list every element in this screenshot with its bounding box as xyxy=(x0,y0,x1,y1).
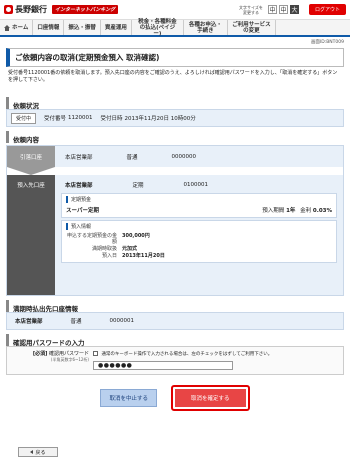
status-badge: 受付中 xyxy=(11,112,37,124)
font-size-small-button[interactable]: 中 xyxy=(267,5,277,14)
deposit-info-box: 預入情報 申込する定期預金の金額 300,000円 満期時取扱 元加式 預入日 … xyxy=(61,220,337,263)
receipt-date: 2013年11月20日 10時00分 xyxy=(124,116,196,122)
maturity-branch: 本店営業部 xyxy=(15,319,43,325)
bank-logo[interactable]: 長野銀行 インターネットバンキング xyxy=(4,4,119,15)
deposit-product-box: 定期預金 スーパー定期 預入期間 1年 金利 0.03% xyxy=(61,193,337,218)
status-section-title: 依頼状況 xyxy=(6,97,344,110)
confirm-highlight: 取消を確定する xyxy=(171,385,250,411)
receipt-number: 1120001 xyxy=(68,115,93,121)
withdraw-branch: 本店営業部 xyxy=(65,154,93,161)
deposit-date-value: 2013年11月20日 xyxy=(122,253,165,259)
font-size-label: 文字サイズを変更する xyxy=(239,4,263,15)
cancel-stop-button[interactable]: 取消を中止する xyxy=(100,389,157,407)
nav-item-home[interactable]: ホーム xyxy=(0,20,34,35)
nav-item-service-change[interactable]: ご利用サービスの変更 xyxy=(228,20,276,35)
deposit-type: 定期 xyxy=(132,183,144,189)
header: 長野銀行 インターネットバンキング 文字サイズを変更する 中 中 大 ログアウト xyxy=(0,0,350,20)
maturity-handling-value: 元加式 xyxy=(122,246,138,252)
maturity-type: 普通 xyxy=(70,319,82,325)
nav-item-transfer[interactable]: 振込・振替 xyxy=(64,20,101,35)
bank-logo-icon xyxy=(4,5,13,14)
maturity-account-number: 0000001 xyxy=(109,318,135,324)
status-box: 受付中 受付番号 1120001 受付日時 2013年11月20日 10時00分 xyxy=(6,109,344,127)
deposit-account-row: 預入先口座 本店営業部 定期 0100001 定期預金 スーパー定期 預入期間 … xyxy=(7,175,343,295)
withdraw-account-label: 引落口座 xyxy=(7,146,55,167)
deposit-product-head: 定期預金 xyxy=(66,196,332,203)
deposit-account-label: 預入先口座 xyxy=(7,175,55,295)
password-note: 通常のキーボード操作で入力される場合は、左のチェックをはずしてご利用下さい。 xyxy=(101,352,273,357)
maturity-handling-label: 満期時取扱 xyxy=(91,246,117,252)
back-label: 戻る xyxy=(35,449,46,456)
receipt-date-label: 受付日時 xyxy=(100,116,123,122)
page-description: 受付番号1120001番の依頼を取消します。預入先口座の内容をご確認のうえ、よろ… xyxy=(8,70,338,83)
amount-value: 300,000円 xyxy=(122,233,150,239)
back-arrow-icon xyxy=(30,450,34,454)
service-badge: インターネットバンキング xyxy=(52,5,119,14)
deposit-branch: 本店営業部 xyxy=(65,183,93,189)
term-label: 預入期間 xyxy=(262,208,285,214)
logout-button[interactable]: ログアウト xyxy=(308,4,346,15)
nav-item-account-info[interactable]: 口座情報 xyxy=(33,20,65,35)
nav-item-payeasy[interactable]: 税金・各種料金の払込(ペイジー) xyxy=(132,19,184,37)
page-title: ご依頼内容の取消(定期預金預入 取消確認) xyxy=(6,48,344,67)
nav-item-applications[interactable]: 各種お申込・手続き xyxy=(184,20,228,35)
content-section-title: 依頼内容 xyxy=(6,131,344,144)
required-mark: [必須] xyxy=(32,351,48,357)
action-buttons: 取消を中止する 取消を確定する xyxy=(6,385,344,411)
rate-label: 金利 xyxy=(300,208,312,214)
rate-value: 0.03% xyxy=(312,208,332,214)
password-box: [必須] 確認用パスワード (半角英数字6~12桁) 通常のキーボード操作で入力… xyxy=(6,346,344,375)
amount-label: 申込する定期預金の金額 xyxy=(66,233,117,245)
home-icon xyxy=(4,24,10,31)
withdraw-account-number: 0000000 xyxy=(171,153,197,160)
deposit-info-head: 預入情報 xyxy=(66,223,332,230)
term-value: 1年 xyxy=(286,208,296,214)
nav-item-asset[interactable]: 資産運用 xyxy=(101,20,132,35)
software-keyboard-checkbox[interactable] xyxy=(93,351,98,356)
nav-item-label: ホーム xyxy=(12,24,29,31)
receipt-label: 受付番号 xyxy=(44,116,67,122)
password-sub-label: (半角英数字6~12桁) xyxy=(50,357,89,362)
arrow-down-icon xyxy=(7,167,55,175)
deposit-product-name: スーパー定期 xyxy=(66,208,99,214)
main-nav: ホーム 口座情報 振込・振替 資産運用 税金・各種料金の払込(ペイジー) 各種お… xyxy=(0,19,350,37)
deposit-account-number: 0100001 xyxy=(183,182,209,188)
password-section-title: 確認用パスワードの入力 xyxy=(6,334,344,347)
request-detail: 引落口座 本店営業部 普通 0000000 預入先口座 本店営業部 定期 010… xyxy=(6,145,344,296)
withdraw-account-row: 引落口座 本店営業部 普通 0000000 xyxy=(7,146,343,167)
font-size-medium-button[interactable]: 中 xyxy=(278,5,288,14)
password-input[interactable]: ●●●●●● xyxy=(93,361,233,370)
screen-id: 画面ID:BNT009 xyxy=(310,40,344,45)
back-button[interactable]: 戻る xyxy=(18,447,58,457)
bank-name: 長野銀行 xyxy=(15,5,47,14)
deposit-date-label: 預入日 xyxy=(101,253,117,259)
withdraw-type: 普通 xyxy=(126,154,138,161)
font-size-large-button[interactable]: 大 xyxy=(289,5,299,14)
maturity-section-title: 満期時払出先口座情報 xyxy=(6,300,344,313)
confirm-cancel-button[interactable]: 取消を確定する xyxy=(175,389,246,407)
maturity-account-box: 本店営業部 普通 0000001 xyxy=(6,312,344,330)
